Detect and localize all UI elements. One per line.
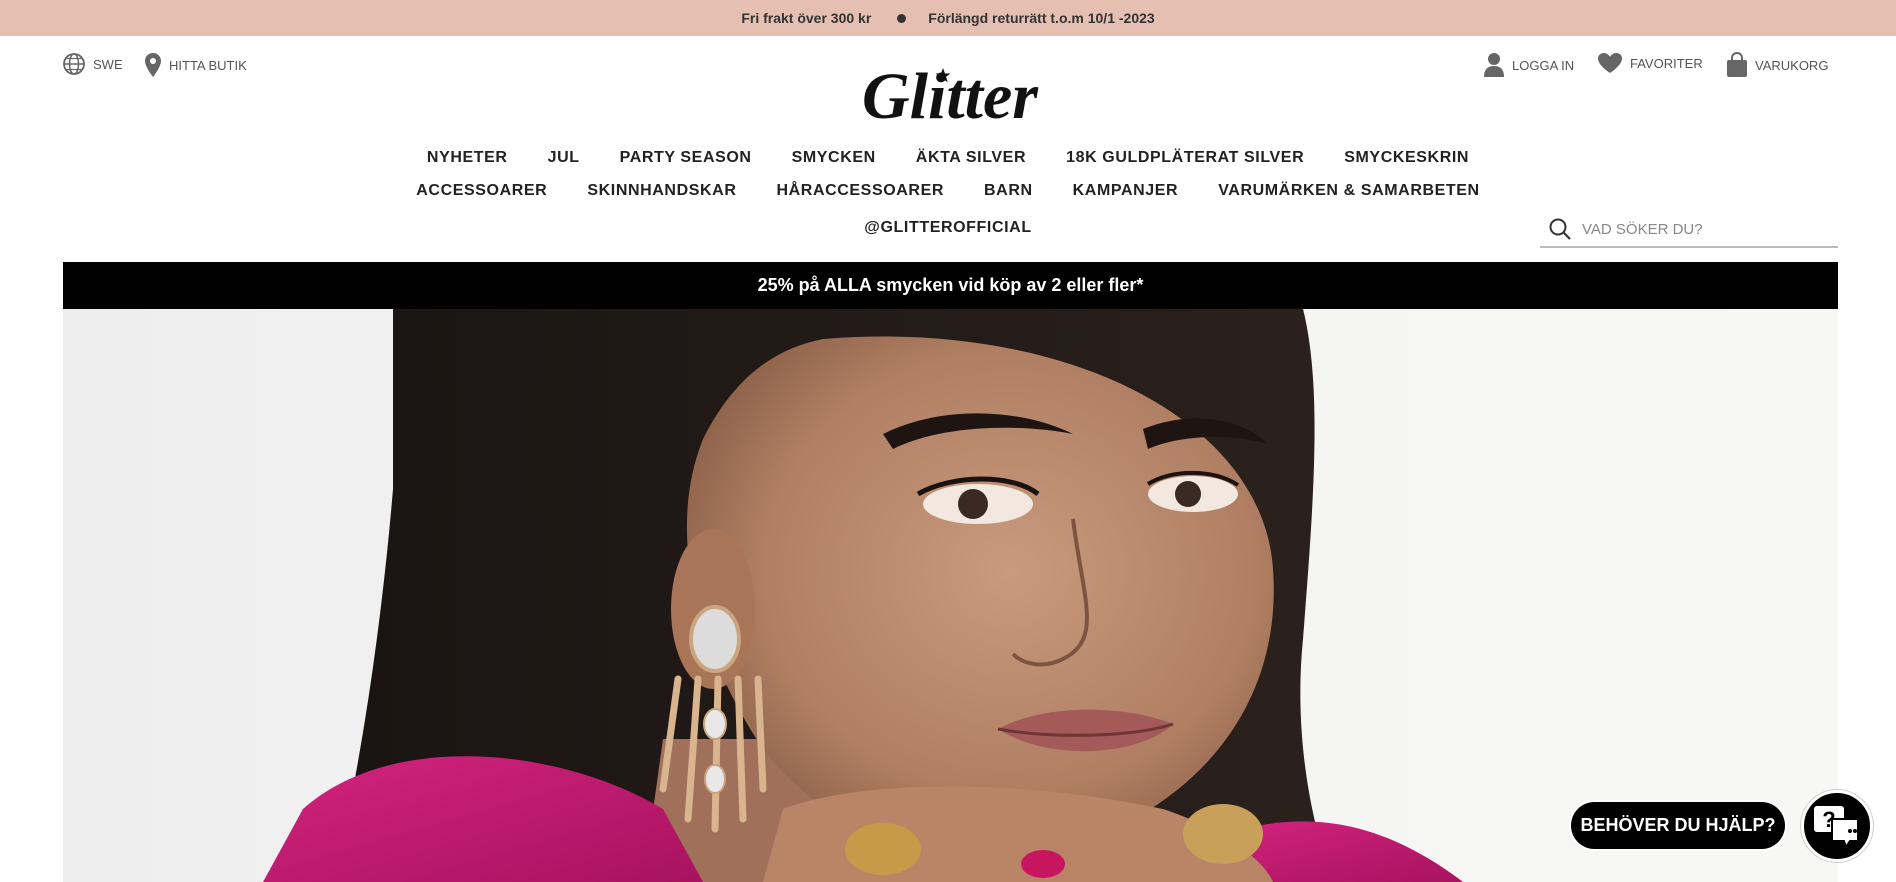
favorites-link[interactable]: FAVORITER [1597, 52, 1703, 74]
announcement-bar: Fri frakt över 300 kr Förlängd returrätt… [0, 0, 1896, 36]
cart-label: VARUKORG [1755, 57, 1829, 73]
nav-item-smycken[interactable]: SMYCKEN [792, 149, 876, 167]
nav-item-glitterofficial[interactable]: @GLITTEROFFICIAL [864, 219, 1031, 237]
free-shipping-text: Fri frakt över 300 kr [741, 10, 872, 26]
globe-icon [63, 53, 85, 75]
search-bar [1540, 212, 1838, 248]
user-icon [1484, 53, 1504, 77]
hero-portrait-illustration [263, 309, 1463, 882]
login-label: LOGGA IN [1512, 57, 1575, 73]
login-link[interactable]: LOGGA IN [1483, 52, 1574, 78]
nav-item-haraccessoarer[interactable]: HÅRACCESSOARER [776, 182, 944, 200]
nav-item-accessoarer[interactable]: ACCESSOARER [416, 182, 547, 200]
find-store-link[interactable]: HITTA BUTIK [144, 52, 247, 78]
location-pin-icon [145, 53, 161, 77]
help-button[interactable]: BEHÖVER DU HJÄLP? [1571, 802, 1785, 849]
nav-item-18k-guldplaterat-silver[interactable]: 18K GULDPLÄTERAT SILVER [1066, 149, 1304, 167]
hero-image[interactable] [63, 309, 1838, 882]
region-label: SWE [93, 56, 123, 72]
promo-text: 25% på ALLA smycken vid köp av 2 eller f… [757, 275, 1144, 295]
main-nav-row-1: NYHETER JUL PARTY SEASON SMYCKEN ÄKTA SI… [0, 149, 1896, 167]
favorites-label: FAVORITER [1630, 55, 1703, 71]
find-store-label: HITTA BUTIK [169, 57, 247, 73]
search-input[interactable] [1582, 220, 1812, 238]
nav-item-skinnhandskar[interactable]: SKINNHANDSKAR [587, 182, 736, 200]
nav-item-varumarken-samarbeten[interactable]: VARUMÄRKEN & SAMARBETEN [1218, 182, 1480, 200]
nav-item-smyckeskrin[interactable]: SMYCKESKRIN [1344, 149, 1469, 167]
region-selector[interactable]: SWE [62, 52, 123, 76]
nav-item-jul[interactable]: JUL [548, 149, 580, 167]
search-icon[interactable] [1548, 217, 1572, 241]
cart-link[interactable]: VARUKORG [1726, 52, 1828, 78]
promo-banner[interactable]: 25% på ALLA smycken vid köp av 2 eller f… [63, 262, 1838, 309]
chat-widget-button[interactable]: ? [1801, 790, 1873, 862]
nav-item-nyheter[interactable]: NYHETER [427, 149, 508, 167]
chat-bubble-icon: ? [1814, 806, 1859, 849]
nav-item-barn[interactable]: BARN [984, 182, 1033, 200]
help-button-label: BEHÖVER DU HJÄLP? [1580, 815, 1776, 835]
separator-dot [897, 13, 907, 23]
main-nav-row-2: ACCESSOARER SKINNHANDSKAR HÅRACCESSOARER… [0, 182, 1896, 200]
site-header: SWE HITTA BUTIK Glitter LOGGA IN FAVORIT… [0, 36, 1896, 136]
heart-icon [1598, 53, 1622, 73]
return-policy-text: Förlängd returrätt t.o.m 10/1 -2023 [928, 10, 1155, 26]
nav-item-party-season[interactable]: PARTY SEASON [620, 149, 752, 167]
logo-text: Glitter [862, 64, 1039, 128]
nav-item-akta-silver[interactable]: ÄKTA SILVER [916, 149, 1026, 167]
glitter-logo[interactable]: Glitter [828, 64, 1072, 128]
shopping-bag-icon [1727, 52, 1747, 77]
nav-item-kampanjer[interactable]: KAMPANJER [1073, 182, 1179, 200]
